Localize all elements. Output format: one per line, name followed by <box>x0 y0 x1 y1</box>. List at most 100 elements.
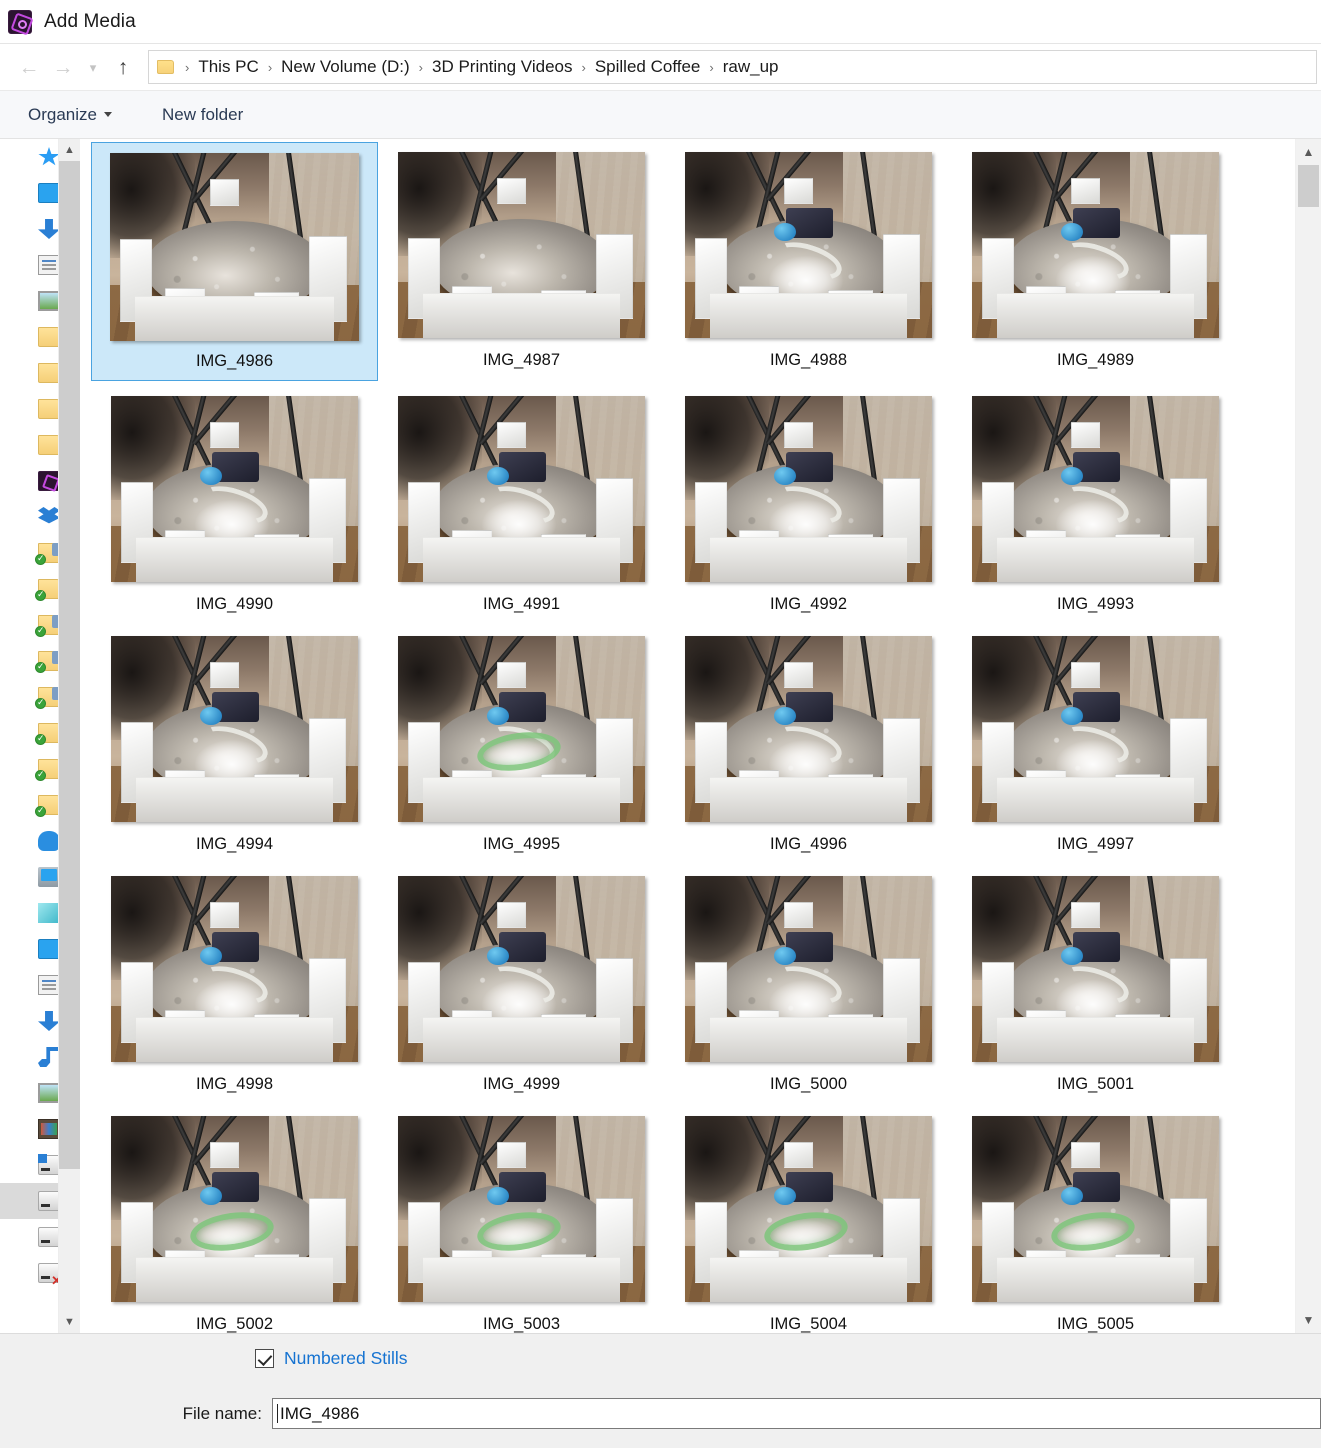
thumbnail-item[interactable]: IMG_4999 <box>378 866 665 1101</box>
breadcrumb[interactable]: › This PC › New Volume (D:) › 3D Printin… <box>148 50 1317 84</box>
thumbnail-image[interactable] <box>685 396 932 582</box>
thumbnail-item[interactable]: IMG_4989 <box>952 142 1239 381</box>
thumbnail-item[interactable]: IMG_4993 <box>952 386 1239 621</box>
recent-locations-chevron-down-icon[interactable]: ▾ <box>80 50 106 84</box>
thumbnail-image[interactable] <box>685 1116 932 1302</box>
thumbnail-label: IMG_5004 <box>769 1315 848 1333</box>
printer-frame-part <box>1070 662 1101 689</box>
thumbnail-image[interactable] <box>111 1116 358 1302</box>
thumbnail-image-wrap <box>972 142 1219 338</box>
thumbnail-image[interactable] <box>398 636 645 822</box>
printer-base <box>422 1017 621 1062</box>
printer-frame-part <box>783 662 814 689</box>
list-scroll-down-chevron-down-icon[interactable]: ▼ <box>1296 1307 1321 1333</box>
thumbnail-image[interactable] <box>111 636 358 822</box>
pictures-icon <box>38 291 60 311</box>
printer-base <box>134 295 335 341</box>
thumbnail-image[interactable] <box>685 152 932 338</box>
breadcrumb-item-this-pc[interactable]: This PC <box>198 57 258 77</box>
thumbnail-label: IMG_4989 <box>1056 351 1135 369</box>
file-name-input[interactable]: IMG_4986 <box>272 1398 1321 1429</box>
thumbnail-label: IMG_4999 <box>482 1075 561 1093</box>
breadcrumb-separator: › <box>185 59 190 75</box>
thumbnail-item[interactable]: IMG_4995 <box>378 626 665 861</box>
thumbnail-item[interactable]: IMG_4996 <box>665 626 952 861</box>
list-scroll-up-chevron-up-icon[interactable]: ▲ <box>1296 139 1321 165</box>
breadcrumb-item-3d-printing-videos[interactable]: 3D Printing Videos <box>432 57 573 77</box>
breadcrumb-item-raw-up[interactable]: raw_up <box>723 57 779 77</box>
thumbnail-item[interactable]: IMG_5000 <box>665 866 952 1101</box>
downloads-icon <box>38 219 60 239</box>
back-icon[interactable]: ← <box>12 50 46 84</box>
file-name-label: File name: <box>182 1403 262 1423</box>
thumbnail-image[interactable] <box>972 396 1219 582</box>
adobe-icon <box>38 471 60 491</box>
sidebar-scrollbar[interactable]: ▲ ▼ <box>58 139 80 1333</box>
printer-frame-part <box>209 902 240 929</box>
breadcrumb-separator: › <box>418 59 423 75</box>
numbered-stills-checkbox-row[interactable]: Numbered Stills <box>255 1348 408 1369</box>
up-icon[interactable]: ↑ <box>106 50 140 84</box>
thumbnail-image[interactable] <box>685 636 932 822</box>
thumbnail-item[interactable]: IMG_4991 <box>378 386 665 621</box>
breadcrumb-item-spilled-coffee[interactable]: Spilled Coffee <box>595 57 701 77</box>
sidebar-scrollbar-thumb[interactable] <box>59 161 80 1169</box>
thumbnail-item[interactable]: IMG_4987 <box>378 142 665 381</box>
thumbnail-image[interactable] <box>398 396 645 582</box>
thumbnail-image[interactable] <box>111 396 358 582</box>
sync-check-icon <box>35 805 46 817</box>
file-list-scrollbar[interactable]: ▲ ▼ <box>1295 139 1321 1333</box>
thumbnail-image[interactable] <box>110 153 359 341</box>
printer-frame-part <box>209 662 240 689</box>
folder-icon <box>38 363 60 383</box>
thumbnail-item[interactable]: IMG_4990 <box>91 386 378 621</box>
windows-drive-icon <box>38 1154 60 1175</box>
thumbnail-image[interactable] <box>972 152 1219 338</box>
thumbnail-image[interactable] <box>398 152 645 338</box>
thumbnail-image[interactable] <box>685 876 932 1062</box>
printer-base <box>709 537 908 582</box>
organize-button[interactable]: Organize <box>28 105 112 125</box>
thumbnail-item[interactable]: IMG_5004 <box>665 1106 952 1333</box>
thumbnail-item[interactable]: IMG_5003 <box>378 1106 665 1333</box>
thumbnail-item[interactable]: IMG_5005 <box>952 1106 1239 1333</box>
thumbnail-image[interactable] <box>972 1116 1219 1302</box>
numbered-stills-label[interactable]: Numbered Stills <box>284 1348 408 1369</box>
thumbnail-image[interactable] <box>972 876 1219 1062</box>
thumbnail-item[interactable]: IMG_4992 <box>665 386 952 621</box>
shared-folder-icon <box>35 543 64 565</box>
forward-icon[interactable]: → <box>46 50 80 84</box>
file-list-scrollbar-thumb[interactable] <box>1298 165 1319 207</box>
thumbnail-scene <box>111 1116 358 1302</box>
thumbnail-image[interactable] <box>972 636 1219 822</box>
thumbnail-image-wrap <box>685 866 932 1062</box>
new-folder-button[interactable]: New folder <box>162 105 243 125</box>
printer-base <box>135 1257 334 1302</box>
thumbnail-item[interactable]: IMG_5001 <box>952 866 1239 1101</box>
thumbnail-image-wrap <box>111 1106 358 1302</box>
thumbnail-item[interactable]: IMG_4994 <box>91 626 378 861</box>
new-folder-label: New folder <box>161 104 244 124</box>
numbered-stills-checkbox[interactable] <box>255 1349 274 1368</box>
thumbnail-item[interactable]: IMG_5002 <box>91 1106 378 1333</box>
breadcrumb-item-new-volume[interactable]: New Volume (D:) <box>281 57 409 77</box>
printer-frame-part <box>783 422 814 449</box>
printer-base <box>135 777 334 822</box>
thumbnail-item[interactable]: IMG_4988 <box>665 142 952 381</box>
sidebar-scroll-down-chevron-down-icon[interactable]: ▼ <box>59 1311 80 1333</box>
printer-base <box>422 293 621 338</box>
quick-access-star-icon <box>38 147 60 166</box>
thumbnail-image[interactable] <box>398 1116 645 1302</box>
thumbnail-scene <box>398 152 645 338</box>
thumbnail-image[interactable] <box>398 876 645 1062</box>
thumbnail-item[interactable]: IMG_4986 <box>91 142 378 381</box>
thumbnail-item[interactable]: IMG_4998 <box>91 866 378 1101</box>
printer-base <box>709 293 908 338</box>
thumbnail-scene <box>398 636 645 822</box>
sidebar-scroll-up-chevron-up-icon[interactable]: ▲ <box>59 139 80 161</box>
thumbnail-scene <box>972 152 1219 338</box>
printer-base <box>996 777 1195 822</box>
thumbnail-image[interactable] <box>111 876 358 1062</box>
printer-frame-part <box>783 1142 814 1169</box>
thumbnail-item[interactable]: IMG_4997 <box>952 626 1239 861</box>
